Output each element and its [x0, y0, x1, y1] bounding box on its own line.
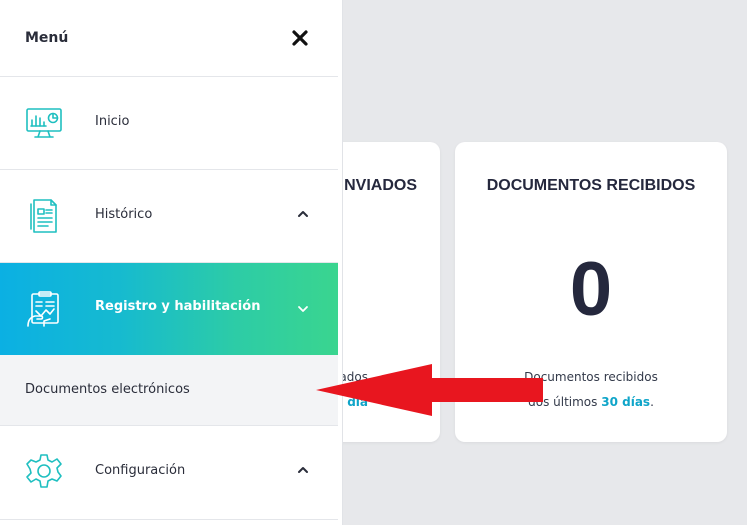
documents-received-desc-prefix: dos últimos [528, 395, 598, 409]
clipboard-hand-icon [27, 291, 59, 327]
documents-received-count: 0 [569, 247, 613, 332]
chevron-down-icon [298, 306, 308, 312]
sidebar-item-configuracion[interactable]: Configuración [0, 426, 338, 520]
chevron-up-icon [298, 211, 308, 217]
documents-received-title: DOCUMENTOS RECIBIDOS [486, 177, 696, 194]
documents-sent-desc-highlight: día [347, 395, 368, 409]
sidebar-item-label: Configuración [95, 463, 186, 478]
documents-sent-title: NVIADOS [344, 177, 417, 194]
dashboard-monitor-icon [26, 108, 62, 138]
sidebar-menu: Menú Inicio Histórico Registro y habilit… [0, 0, 343, 525]
sidebar-subitem-documentos-electronicos[interactable]: Documentos electrónicos [0, 355, 338, 426]
documents-received-desc-highlight: 30 días [601, 395, 651, 409]
sidebar-item-historico[interactable]: Histórico [0, 170, 338, 263]
documents-received-desc-suffix: . [650, 395, 654, 409]
gear-icon [26, 454, 62, 488]
sidebar-item-inicio[interactable]: Inicio [0, 77, 338, 170]
documents-received-description: Documentos recibidos dos últimos 30 días… [455, 365, 727, 415]
menu-title: Menú [25, 30, 69, 46]
menu-header: Menú [0, 0, 338, 77]
sidebar-item-label: Inicio [95, 114, 130, 129]
documents-received-desc-line1: Documentos recibidos [524, 370, 658, 384]
documents-received-card: DOCUMENTOS RECIBIDOS 0 Documentos recibi… [455, 142, 727, 442]
close-icon[interactable] [290, 28, 310, 48]
document-list-icon [30, 199, 57, 233]
sidebar-item-label: Registro y habilitación [95, 299, 261, 314]
chevron-up-icon [298, 467, 308, 473]
sidebar-subitem-label: Documentos electrónicos [25, 382, 190, 397]
documents-sent-desc-line1: ados [339, 370, 368, 384]
sidebar-item-registro-habilitacion[interactable]: Registro y habilitación [0, 263, 338, 355]
sidebar-item-label: Histórico [95, 207, 153, 222]
